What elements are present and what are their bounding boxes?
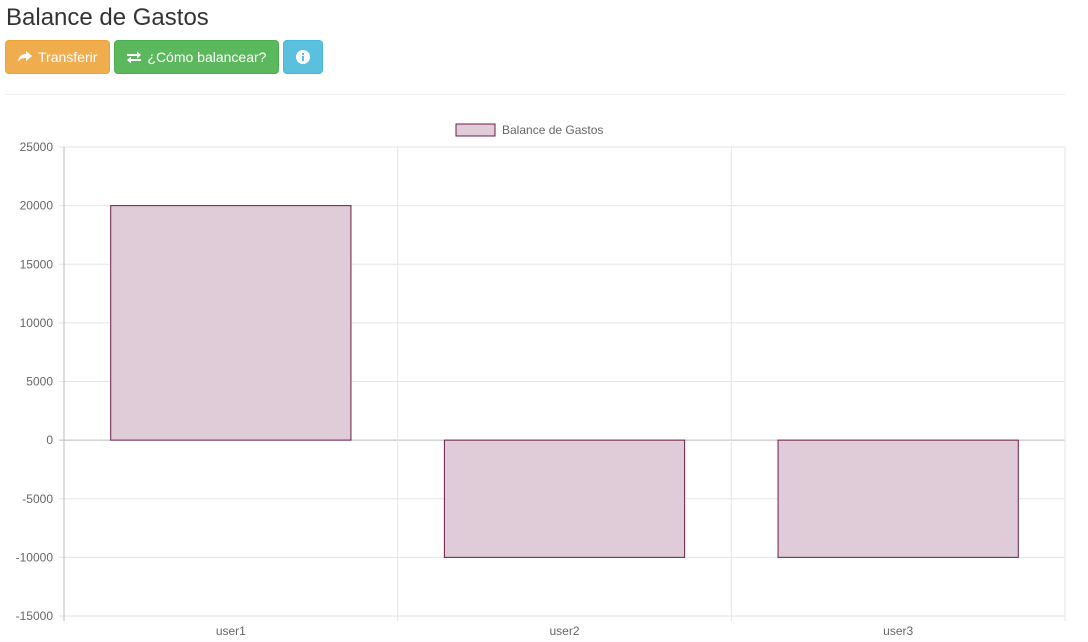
x-tick-label: user1 xyxy=(216,624,246,638)
how-to-balance-button[interactable]: ¿Cómo balancear? xyxy=(114,40,280,74)
y-tick-label: 0 xyxy=(46,433,53,447)
balance-bar-chart: 25000 20000 15000 10000 5000 0 -5000 -10000 -150… xyxy=(16,123,1066,638)
bar-user2 xyxy=(443,439,686,558)
toolbar: Transferir ¿Cómo balancear? xyxy=(5,40,324,74)
share-arrow-icon xyxy=(18,51,32,63)
exchange-arrows-icon xyxy=(127,51,142,63)
y-tick-label: 10000 xyxy=(20,316,54,330)
y-tick-label: -5000 xyxy=(22,492,53,506)
x-tick-label: user3 xyxy=(883,624,913,638)
legend-label: Balance de Gastos xyxy=(502,123,603,137)
x-tick-label: user2 xyxy=(549,624,579,638)
y-tick-label: -15000 xyxy=(16,609,54,623)
legend-swatch xyxy=(455,123,496,137)
info-button[interactable] xyxy=(283,40,324,74)
page-title: Balance de Gastos xyxy=(6,4,209,31)
how-to-balance-label: ¿Cómo balancear? xyxy=(147,49,267,65)
y-tick-label: -10000 xyxy=(16,550,54,564)
y-tick-label: 25000 xyxy=(20,140,54,154)
divider xyxy=(6,94,1065,95)
y-tick-label: 20000 xyxy=(20,199,54,213)
bar-user3 xyxy=(777,439,1019,558)
transfer-button-label: Transferir xyxy=(38,49,98,65)
y-tick-label: 5000 xyxy=(26,375,53,389)
transfer-button[interactable]: Transferir xyxy=(5,40,111,74)
info-circle-icon xyxy=(296,50,311,64)
y-tick-label: 15000 xyxy=(20,257,54,271)
bar-user1 xyxy=(110,205,352,441)
